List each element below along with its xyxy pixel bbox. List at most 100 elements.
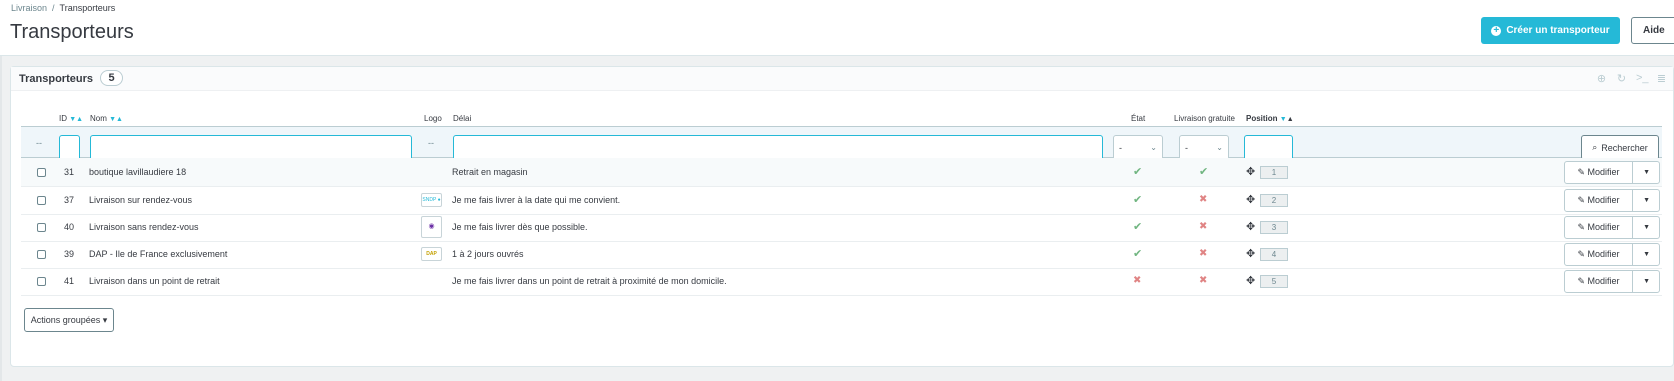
panel-title: Transporteurs (19, 73, 93, 85)
plus-circle-icon: + (1491, 25, 1502, 36)
create-carrier-button[interactable]: + Créer un transporteur (1481, 17, 1620, 44)
sort-icon[interactable]: ▼▲ (69, 116, 83, 123)
drag-handle-icon[interactable]: ✥ (1246, 158, 1255, 186)
help-button[interactable]: Aide (1631, 17, 1674, 44)
position-value: 2 (1260, 194, 1288, 207)
modify-button-group: ✎ Modifier ▼ (1564, 161, 1660, 184)
refresh-icon[interactable]: ↻ (1616, 72, 1627, 85)
position-value: 3 (1260, 221, 1288, 234)
check-icon[interactable]: ✔ (1133, 240, 1142, 268)
table-row[interactable]: 37 Livraison sur rendez-vous SNDP ● Je m… (21, 186, 1662, 215)
column-header-logo: Logo (424, 114, 442, 123)
search-label: Rechercher (1601, 142, 1648, 153)
cross-icon[interactable]: ✖ (1199, 186, 1207, 214)
check-icon[interactable]: ✔ (1133, 213, 1142, 241)
state-filter-value: - (1119, 143, 1122, 153)
free-filter-value: - (1185, 143, 1188, 153)
modify-button[interactable]: ✎ Modifier (1565, 217, 1633, 238)
modify-label: Modifier (1587, 222, 1620, 232)
breadcrumb-parent[interactable]: Livraison (11, 3, 47, 13)
carrier-delay: 1 à 2 jours ouvrés (452, 249, 524, 259)
modify-button-group: ✎ Modifier ▼ (1564, 243, 1660, 266)
position-value: 5 (1260, 275, 1288, 288)
cross-icon[interactable]: ✖ (1199, 267, 1207, 295)
drag-handle-icon[interactable]: ✥ (1246, 186, 1255, 214)
pencil-icon: ✎ (1577, 222, 1585, 232)
column-header-position[interactable]: Position ▼▲ (1246, 114, 1294, 123)
carrier-id: 40 (64, 222, 75, 232)
column-position-label: Position (1246, 114, 1278, 123)
modify-button[interactable]: ✎ Modifier (1565, 244, 1633, 265)
table-row[interactable]: 40 Livraison sans rendez-vous ◉ Je me fa… (21, 213, 1662, 242)
left-edge (0, 56, 2, 381)
modify-button[interactable]: ✎ Modifier (1565, 190, 1633, 211)
modify-label: Modifier (1587, 167, 1620, 177)
carrier-name: DAP - Ile de France exclusivement (89, 249, 228, 259)
database-icon[interactable]: ≣ (1656, 72, 1667, 85)
row-checkbox[interactable] (37, 223, 46, 232)
panel-header: Transporteurs 5 ⊕ ↻ >_ ≣ (11, 67, 1673, 91)
carrier-logo: DAP (421, 247, 442, 261)
add-icon[interactable]: ⊕ (1596, 72, 1607, 85)
carrier-name: Livraison dans un point de retrait (89, 276, 220, 286)
cross-icon[interactable]: ✖ (1199, 240, 1207, 268)
drag-handle-icon[interactable]: ✥ (1246, 213, 1255, 241)
dropdown-caret-icon[interactable]: ▼ (1643, 162, 1650, 183)
modify-label: Modifier (1587, 195, 1620, 205)
search-button[interactable]: ⌕ Rechercher (1581, 135, 1659, 160)
dropdown-caret-icon[interactable]: ▼ (1643, 217, 1650, 238)
check-icon[interactable]: ✔ (1199, 158, 1208, 186)
column-header-free-shipping: Livraison gratuite (1174, 114, 1235, 123)
modify-button[interactable]: ✎ Modifier (1565, 162, 1633, 183)
create-carrier-label: Créer un transporteur (1506, 25, 1610, 36)
pencil-icon: ✎ (1577, 249, 1585, 259)
page-title: Transporteurs (10, 21, 134, 43)
pencil-icon: ✎ (1577, 276, 1585, 286)
carrier-id: 37 (64, 195, 75, 205)
modify-button[interactable]: ✎ Modifier (1565, 271, 1633, 292)
carrier-logo: SNDP ● (421, 193, 442, 207)
cross-icon[interactable]: ✖ (1199, 213, 1207, 241)
modify-button-group: ✎ Modifier ▼ (1564, 270, 1660, 293)
search-icon: ⌕ (1592, 142, 1598, 152)
column-header-state: État (1131, 114, 1146, 123)
table-row[interactable]: 41 Livraison dans un point de retrait Je… (21, 267, 1662, 296)
column-id-label: ID (59, 114, 67, 123)
pencil-icon: ✎ (1577, 195, 1585, 205)
carrier-id: 31 (64, 167, 75, 177)
modify-label: Modifier (1587, 249, 1620, 259)
bulk-actions-button[interactable]: Actions groupées ▾ (24, 308, 114, 332)
carrier-name: boutique lavillaudiere 18 (89, 167, 187, 177)
dropdown-caret-icon[interactable]: ▼ (1643, 244, 1650, 265)
chevron-down-icon: ⌄ (1150, 143, 1157, 152)
row-checkbox[interactable] (37, 168, 46, 177)
sort-icon[interactable]: ▼ (1280, 116, 1287, 123)
carrier-name: Livraison sans rendez-vous (89, 222, 199, 232)
column-name-label: Nom (90, 114, 107, 123)
table-row[interactable]: 39 DAP - Ile de France exclusivement DAP… (21, 240, 1662, 269)
position-value: 1 (1260, 166, 1288, 179)
chevron-down-icon: ⌄ (1216, 143, 1223, 152)
carrier-logo: ◉ (421, 216, 442, 238)
table-row[interactable]: 31 boutique lavillaudiere 18 Retrait en … (21, 158, 1662, 187)
pencil-icon: ✎ (1577, 167, 1585, 177)
panel-tools: ⊕ ↻ >_ ≣ (1596, 72, 1667, 85)
cross-icon[interactable]: ✖ (1133, 267, 1141, 295)
drag-handle-icon[interactable]: ✥ (1246, 267, 1255, 295)
row-checkbox[interactable] (37, 196, 46, 205)
carrier-delay: Retrait en magasin (452, 167, 528, 177)
column-header-id[interactable]: ID ▼▲ (59, 114, 83, 123)
dropdown-caret-icon[interactable]: ▼ (1643, 271, 1650, 292)
position-value: 4 (1260, 248, 1288, 261)
dropdown-caret-icon[interactable]: ▼ (1643, 190, 1650, 211)
sql-terminal-icon[interactable]: >_ (1636, 72, 1649, 85)
column-header-name[interactable]: Nom ▼▲ (90, 114, 123, 123)
row-checkbox[interactable] (37, 250, 46, 259)
sort-active-icon[interactable]: ▲ (1287, 116, 1294, 123)
row-checkbox[interactable] (37, 277, 46, 286)
breadcrumb-current: Transporteurs (59, 3, 116, 13)
sort-icon[interactable]: ▼▲ (109, 116, 123, 123)
check-icon[interactable]: ✔ (1133, 186, 1142, 214)
drag-handle-icon[interactable]: ✥ (1246, 240, 1255, 268)
check-icon[interactable]: ✔ (1133, 158, 1142, 186)
